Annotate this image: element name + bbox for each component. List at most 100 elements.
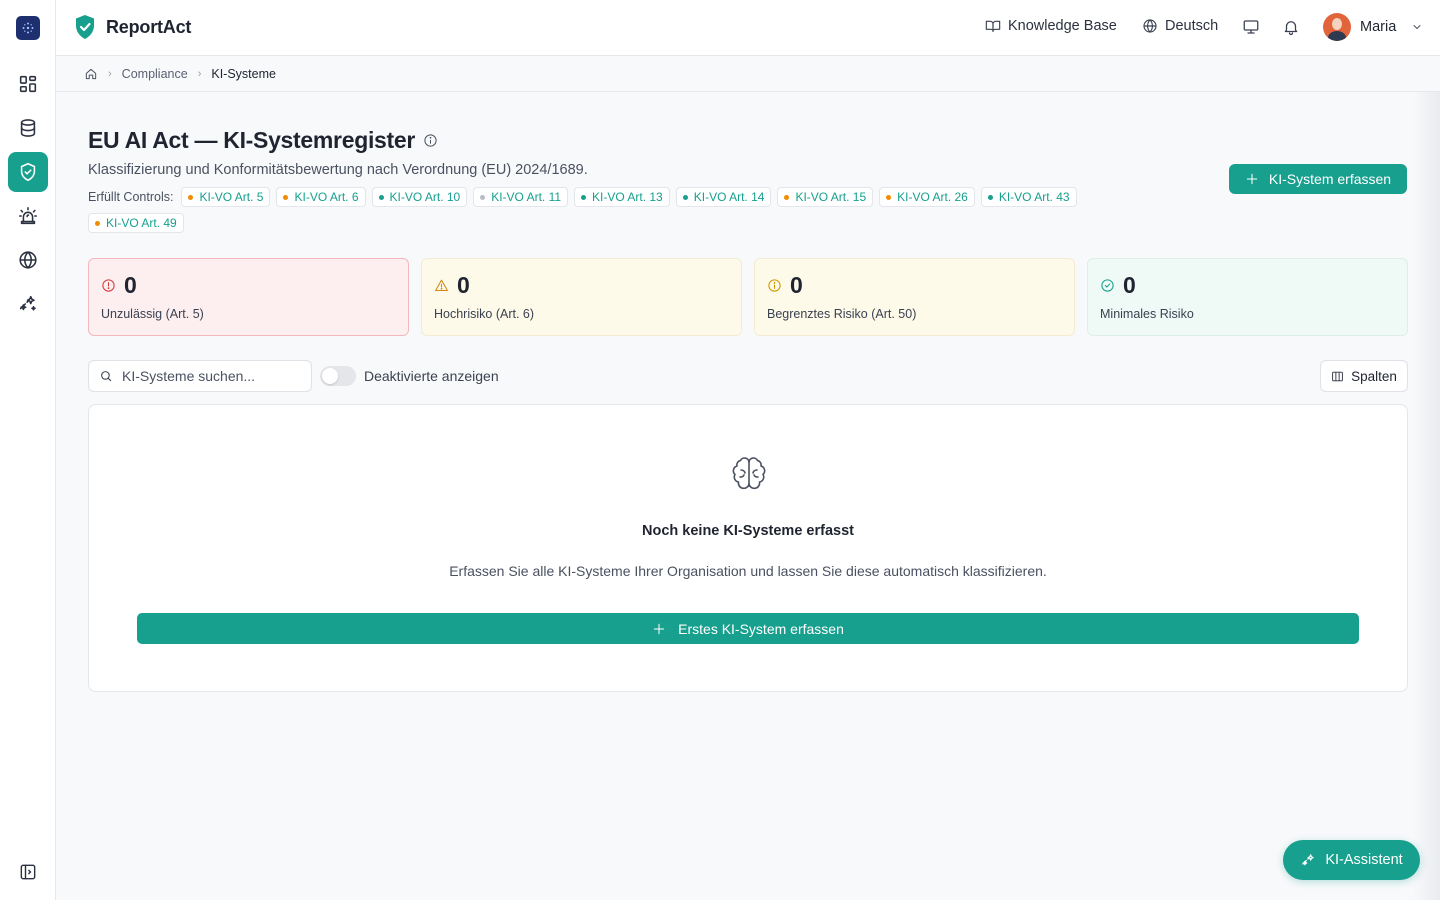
- user-menu[interactable]: Maria: [1323, 13, 1423, 41]
- brain-icon: [729, 453, 769, 493]
- page-subtitle: Klassifizierung und Konformitätsbewertun…: [88, 162, 588, 178]
- stat-label: Hochrisiko (Art. 6): [434, 307, 535, 321]
- nav-incidents[interactable]: [8, 196, 48, 236]
- knowledge-base-link[interactable]: Knowledge Base: [985, 18, 1117, 34]
- empty-state-title: Noch keine KI-Systeme erfasst: [642, 523, 854, 539]
- notifications-button[interactable]: [1282, 18, 1300, 36]
- stat-label: Minimales Risiko: [1100, 307, 1194, 321]
- top-bar: ReportAct Knowledge Base Deutsch Maria: [56, 0, 1440, 56]
- nav-ai[interactable]: [8, 284, 48, 324]
- status-dot: [95, 220, 100, 226]
- search-input[interactable]: [122, 368, 302, 384]
- show-deactivated-toggle[interactable]: [320, 366, 356, 386]
- control-chip-label: KI-VO Art. 14: [693, 190, 765, 204]
- columns-label: Spalten: [1351, 368, 1397, 384]
- control-chip[interactable]: KI-VO Art. 15: [777, 187, 874, 207]
- control-chip[interactable]: KI-VO Art. 43: [980, 187, 1077, 207]
- home-icon[interactable]: [84, 67, 98, 81]
- language-selector[interactable]: Deutsch: [1142, 18, 1218, 34]
- control-chip[interactable]: KI-VO Art. 14: [675, 187, 772, 207]
- page-title-row: EU AI Act — KI-Systemregister: [88, 127, 438, 154]
- breadcrumb-separator: ›: [108, 67, 112, 80]
- nav-compliance[interactable]: [8, 152, 48, 192]
- sparkles-icon: [19, 295, 36, 311]
- control-chip-label: KI-VO Art. 6: [294, 190, 359, 204]
- info-circle-icon: [768, 279, 781, 292]
- siren-icon: [18, 206, 38, 225]
- knowledge-base-label: Knowledge Base: [1008, 18, 1117, 34]
- status-dot: [188, 194, 194, 200]
- control-chip[interactable]: KI-VO Art. 6: [276, 187, 366, 207]
- language-label: Deutsch: [1165, 18, 1219, 34]
- shield-check-icon: [20, 162, 36, 182]
- brand-name: ReportAct: [106, 16, 192, 37]
- status-dot: [784, 194, 790, 200]
- stat-card-minimal-risk: 0 Minimales Risiko: [1087, 258, 1408, 336]
- status-dot: [283, 194, 289, 200]
- plus-icon: [653, 623, 665, 634]
- brand[interactable]: ReportAct: [74, 14, 191, 40]
- sparkles-icon: [1302, 853, 1315, 865]
- info-icon[interactable]: [423, 133, 438, 148]
- breadcrumb-current: KI-Systeme: [211, 66, 276, 81]
- stat-value: 0: [790, 272, 803, 298]
- status-dot: [886, 194, 892, 200]
- stat-value: 0: [457, 272, 470, 298]
- control-chip-label: KI-VO Art. 49: [106, 216, 177, 230]
- plus-icon: [1246, 173, 1258, 185]
- ai-assistant-button[interactable]: KI-Assistent: [1283, 840, 1420, 880]
- stat-label: Begrenztes Risiko (Art. 50): [767, 307, 917, 321]
- control-chip[interactable]: KI-VO Art. 11: [473, 187, 569, 207]
- display-button[interactable]: [1242, 18, 1260, 36]
- control-chip-label: KI-VO Art. 10: [389, 190, 461, 204]
- control-chip[interactable]: KI-VO Art. 10: [371, 187, 468, 207]
- breadcrumb: › Compliance › KI-Systeme: [56, 56, 1440, 92]
- control-chip-label: KI-VO Art. 11: [491, 190, 562, 204]
- add-ai-system-button[interactable]: KI-System erfassen: [1229, 164, 1407, 194]
- add-first-ai-system-label: Erstes KI-System erfassen: [678, 620, 844, 637]
- shield-logo-icon: [76, 15, 94, 39]
- nav-data[interactable]: [8, 108, 48, 148]
- stat-value: 0: [124, 272, 137, 298]
- controls-label: Erfüllt Controls:: [88, 190, 174, 204]
- globe-icon: [19, 251, 37, 269]
- database-icon: [20, 119, 36, 137]
- control-chip-label: KI-VO Art. 26: [897, 190, 968, 204]
- monitor-icon: [1243, 20, 1259, 34]
- search-box: [88, 360, 312, 392]
- status-dot: [581, 194, 587, 200]
- scroll-shadow: [1412, 92, 1440, 900]
- controls-list: Erfüllt Controls: KI-VO Art. 5 KI-VO Art…: [88, 187, 1168, 233]
- ai-assistant-label: KI-Assistent: [1325, 852, 1403, 868]
- app-logo-icon[interactable]: [16, 16, 40, 40]
- alert-triangle-icon: [435, 279, 448, 292]
- dashboard-icon: [19, 75, 37, 93]
- add-ai-system-label: KI-System erfassen: [1268, 171, 1392, 187]
- check-circle-icon: [1101, 279, 1114, 292]
- control-chip[interactable]: KI-VO Art. 49: [88, 213, 184, 233]
- user-name: Maria: [1360, 19, 1397, 35]
- add-first-ai-system-button[interactable]: Erstes KI-System erfassen: [137, 613, 1359, 644]
- columns-button[interactable]: Spalten: [1320, 360, 1408, 392]
- search-icon: [101, 371, 112, 382]
- nav-dashboard[interactable]: [8, 64, 48, 104]
- empty-state-card: Noch keine KI-Systeme erfasst Erfassen S…: [88, 404, 1408, 692]
- sidebar-rail: [0, 0, 56, 900]
- stat-card-high-risk: 0 Hochrisiko (Art. 6): [421, 258, 742, 336]
- control-chip-label: KI-VO Art. 15: [795, 190, 867, 204]
- stat-card-limited-risk: 0 Begrenztes Risiko (Art. 50): [754, 258, 1075, 336]
- control-chip[interactable]: KI-VO Art. 13: [574, 187, 670, 207]
- page-title: EU AI Act — KI-Systemregister: [88, 127, 416, 153]
- sidebar-collapse-button[interactable]: [8, 852, 48, 892]
- status-dot: [682, 194, 688, 200]
- status-dot: [378, 194, 384, 200]
- columns-icon: [1332, 371, 1343, 381]
- bell-icon: [1284, 21, 1298, 36]
- control-chip[interactable]: KI-VO Art. 5: [181, 187, 271, 207]
- breadcrumb-separator: ›: [197, 67, 202, 80]
- nav-global[interactable]: [8, 240, 48, 280]
- control-chip-label: KI-VO Art. 5: [199, 190, 264, 204]
- control-chip[interactable]: KI-VO Art. 26: [879, 187, 975, 207]
- breadcrumb-compliance[interactable]: Compliance: [122, 67, 188, 81]
- status-dot: [480, 194, 486, 200]
